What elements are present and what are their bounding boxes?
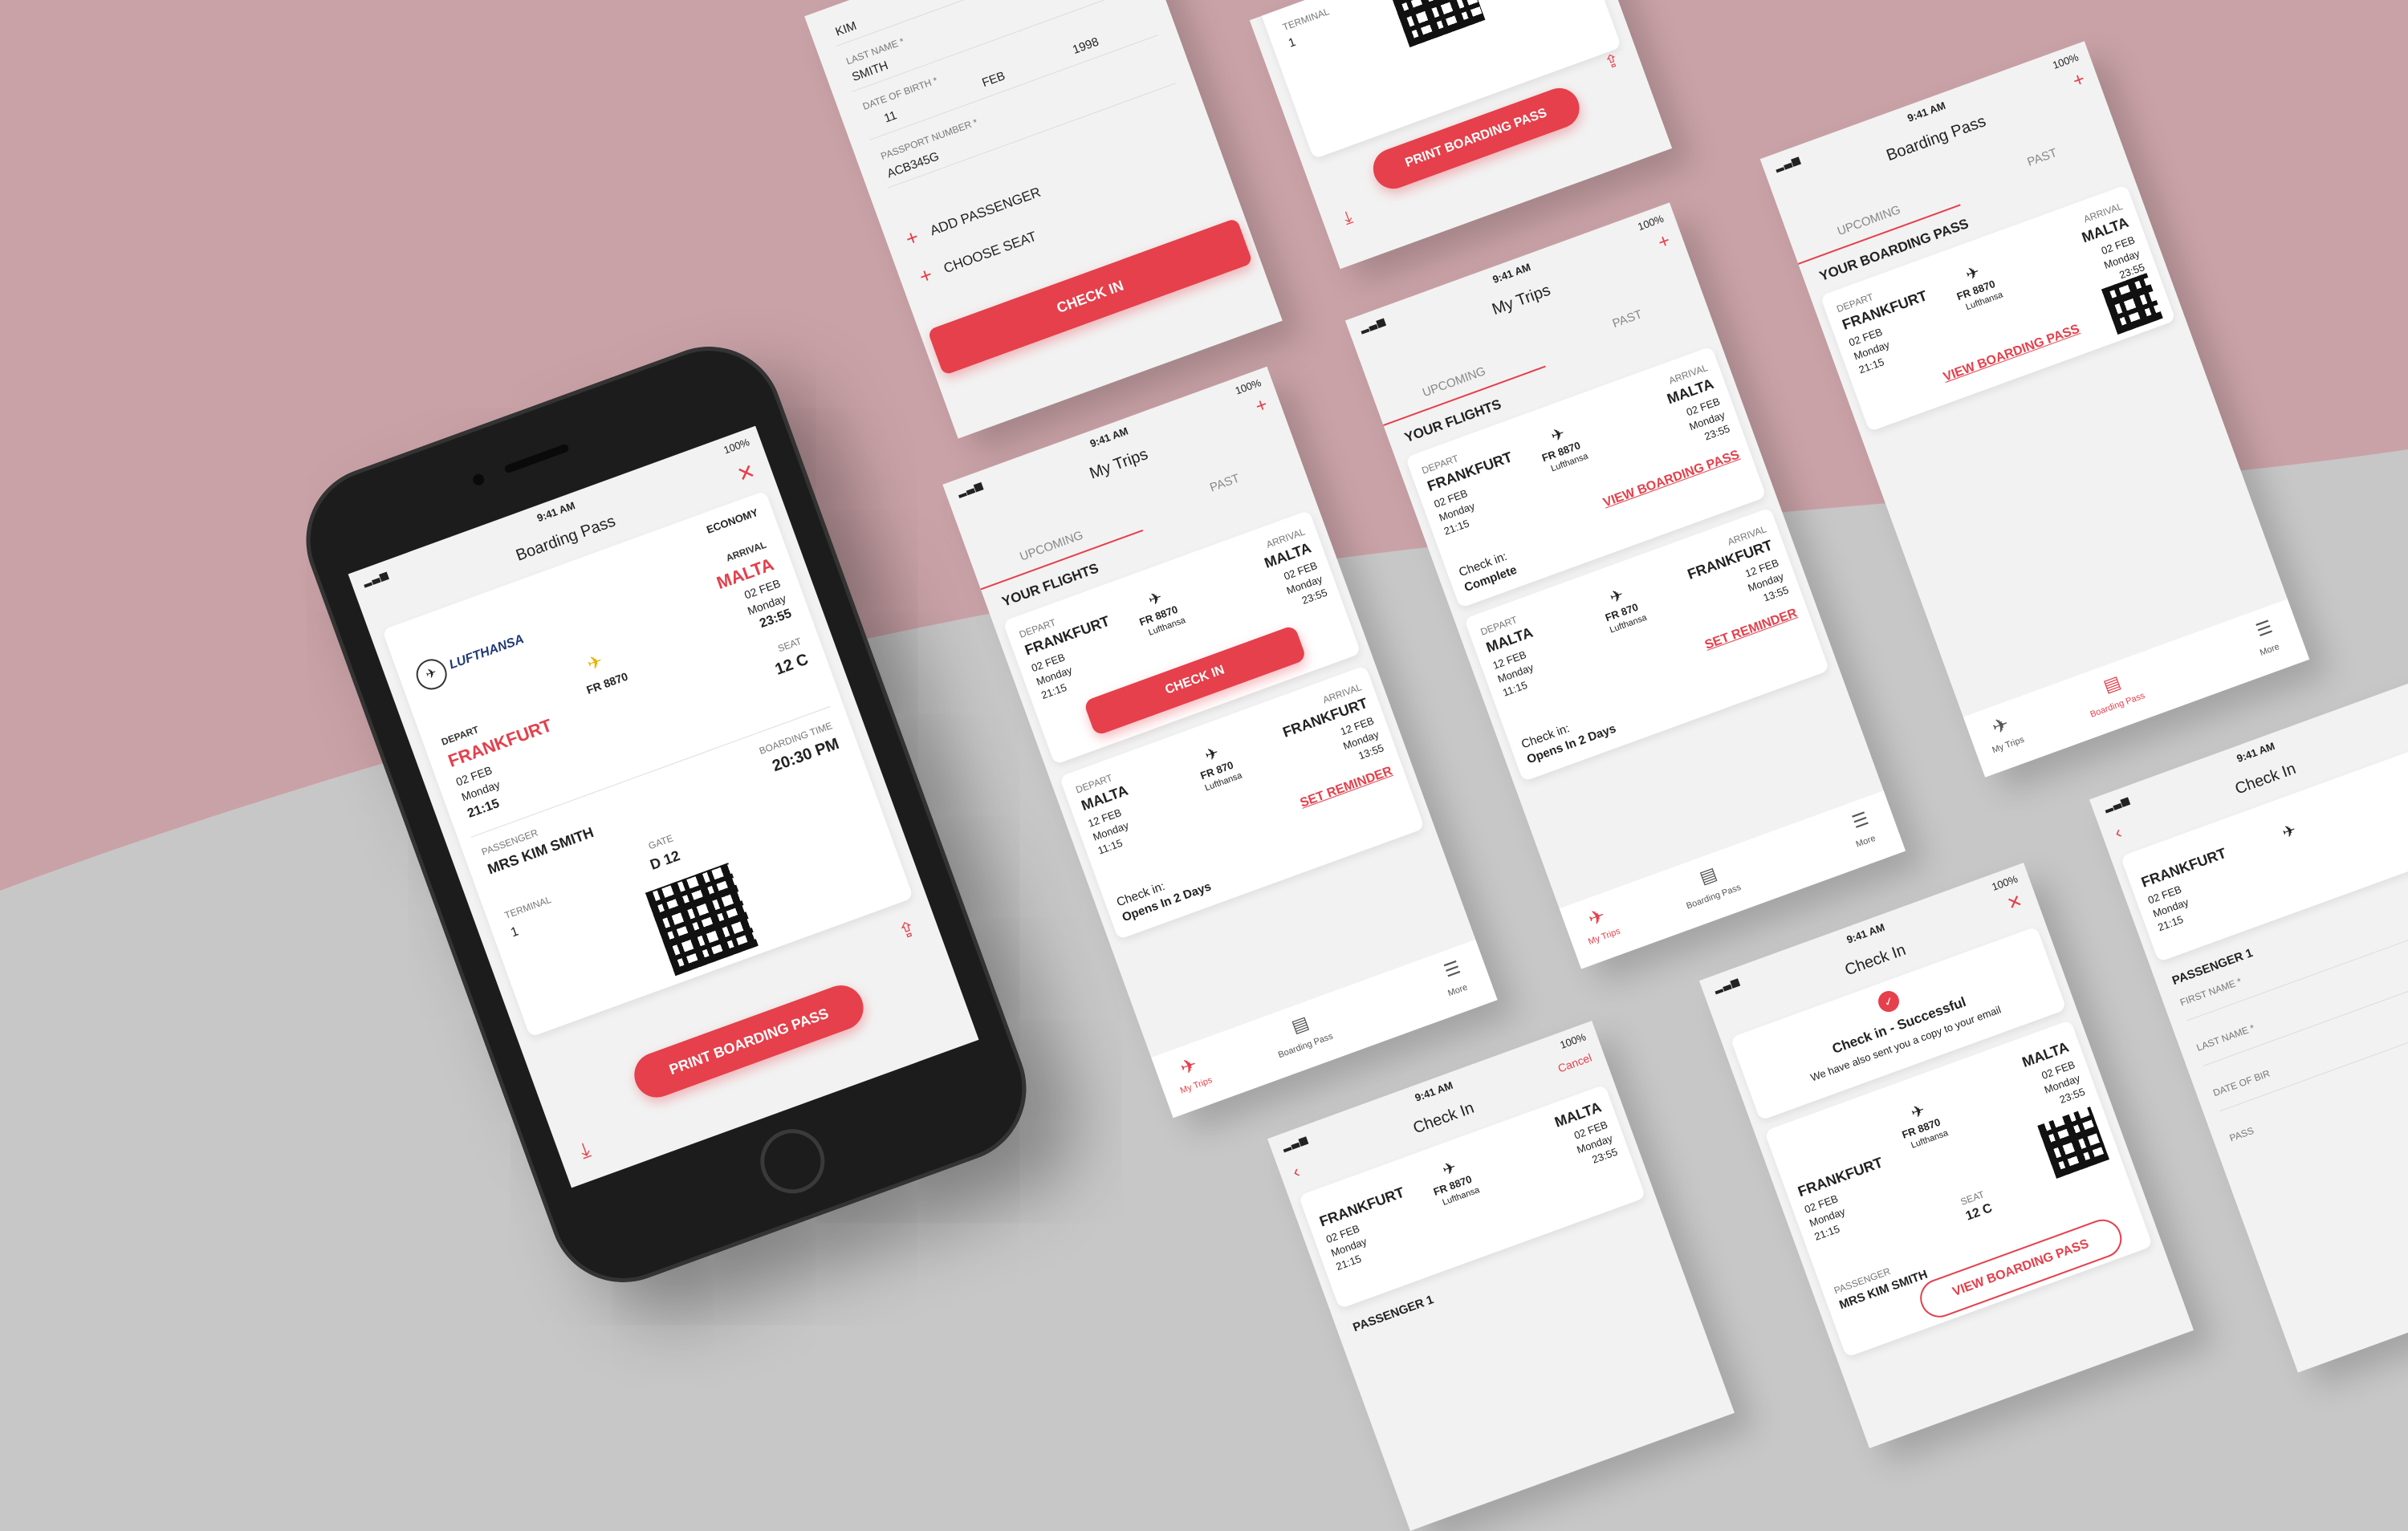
print-boarding-pass-button[interactable]: PRINT BOARDING PASS (628, 979, 870, 1104)
check-icon: ✓ (1875, 988, 1902, 1015)
boarding-barcode (1382, 0, 1486, 47)
terminal-label: TERMINAL (502, 893, 553, 921)
plane-icon[interactable]: ✈ (1178, 1053, 1201, 1080)
class-label: ECONOMY (705, 506, 760, 536)
depart-city: FRANKFURT (1317, 1184, 1407, 1230)
depart-city: FRANKFURT (445, 715, 555, 771)
menu-icon[interactable]: ☰ (1442, 956, 1463, 981)
view-boarding-pass-link[interactable]: VIEW BOARDING PASS (1942, 323, 2082, 385)
tab-upcoming[interactable]: UPCOMING (1421, 364, 1487, 400)
ticket-icon[interactable]: ▤ (2101, 672, 2123, 697)
first-name-value[interactable]: KIM (834, 19, 859, 39)
ticket-icon[interactable]: ▤ (1289, 1012, 1312, 1038)
speaker (503, 443, 570, 474)
tab-boarding-pass[interactable]: Boarding Pass (1277, 1031, 1334, 1060)
terminal-value: 1 (1286, 35, 1298, 51)
depart-city: FRANKFURT (1425, 449, 1515, 495)
download-icon[interactable]: ⤓ (1340, 206, 1355, 229)
depart-city: FRANKFURT (1022, 612, 1112, 659)
dob-month[interactable]: FEB (980, 69, 1007, 90)
mini-barcode (2037, 1107, 2109, 1179)
passport-label: PASS (2227, 1124, 2255, 1144)
tab-upcoming[interactable]: UPCOMING (1018, 528, 1084, 563)
download-icon[interactable]: ⤓ (576, 1137, 594, 1164)
share-icon[interactable]: ⇪ (895, 916, 920, 945)
depart-city: FRANKFURT (1840, 287, 1930, 333)
battery-level: 100% (2051, 51, 2081, 71)
tab-boarding-pass[interactable]: Boarding Pass (2089, 691, 2146, 720)
lufthansa-logo-icon: ✈ (412, 655, 452, 694)
dob-label: DATE OF BIRTH * (860, 75, 939, 112)
set-reminder-link[interactable]: SET REMINDER (1703, 607, 1800, 653)
seat-value: 12 C (772, 650, 811, 679)
dob-label: DATE OF BIR (2211, 1067, 2272, 1099)
tab-upcoming[interactable]: UPCOMING (1836, 203, 1902, 238)
tab-more[interactable]: More (1855, 834, 1877, 850)
dob-day[interactable]: 11 (882, 108, 898, 125)
front-camera (471, 472, 486, 487)
tab-boarding-pass[interactable]: Boarding Pass (1685, 883, 1742, 912)
tab-past[interactable]: PAST (1611, 307, 1645, 331)
share-icon[interactable]: ⇪ (1601, 49, 1622, 74)
airline-name: LUFTHANSA (447, 632, 527, 672)
ticket-icon[interactable]: ▤ (1697, 863, 1719, 889)
menu-icon[interactable]: ☰ (2253, 616, 2275, 641)
plane-icon[interactable]: ✈ (1989, 713, 2012, 740)
plus-icon[interactable]: + (916, 262, 936, 290)
mini-barcode (2101, 273, 2163, 335)
plane-icon[interactable]: ✈ (1585, 904, 1609, 932)
boarding-barcode (645, 863, 759, 977)
battery-level: 100% (1558, 1030, 1588, 1051)
depart-city: FRANKFURT (2139, 844, 2229, 891)
tab-more[interactable]: More (1446, 982, 1469, 998)
gate-value: D 12 (648, 847, 682, 873)
tab-past[interactable]: PAST (1208, 472, 1242, 495)
tab-more[interactable]: More (2259, 642, 2281, 658)
terminal-label: TERMINAL (1281, 6, 1331, 34)
battery-level: 100% (1233, 376, 1263, 397)
tab-past[interactable]: PAST (2025, 146, 2059, 169)
plane-icon: ✈ (584, 650, 605, 675)
depart-city: FRANKFURT (1796, 1154, 1885, 1200)
airline-logo-icon: ✈ (2280, 821, 2299, 843)
dob-year[interactable]: 1998 (1071, 35, 1100, 57)
battery-level: 100% (1636, 212, 1666, 234)
view-boarding-pass-link[interactable]: VIEW BOARDING PASS (1601, 448, 1742, 510)
menu-icon[interactable]: ☰ (1849, 808, 1871, 833)
choose-seat-button[interactable]: CHOOSE SEAT (942, 229, 1039, 277)
battery-level: 100% (1990, 872, 2020, 893)
battery-level: 100% (722, 436, 751, 457)
view-boarding-pass-button[interactable]: VIEW BOARDING PASS (1914, 1214, 2127, 1323)
plus-icon[interactable]: + (902, 225, 922, 252)
home-button[interactable] (751, 1119, 834, 1203)
set-reminder-link[interactable]: SET REMINDER (1299, 764, 1395, 810)
terminal-value: 1 (509, 924, 521, 940)
